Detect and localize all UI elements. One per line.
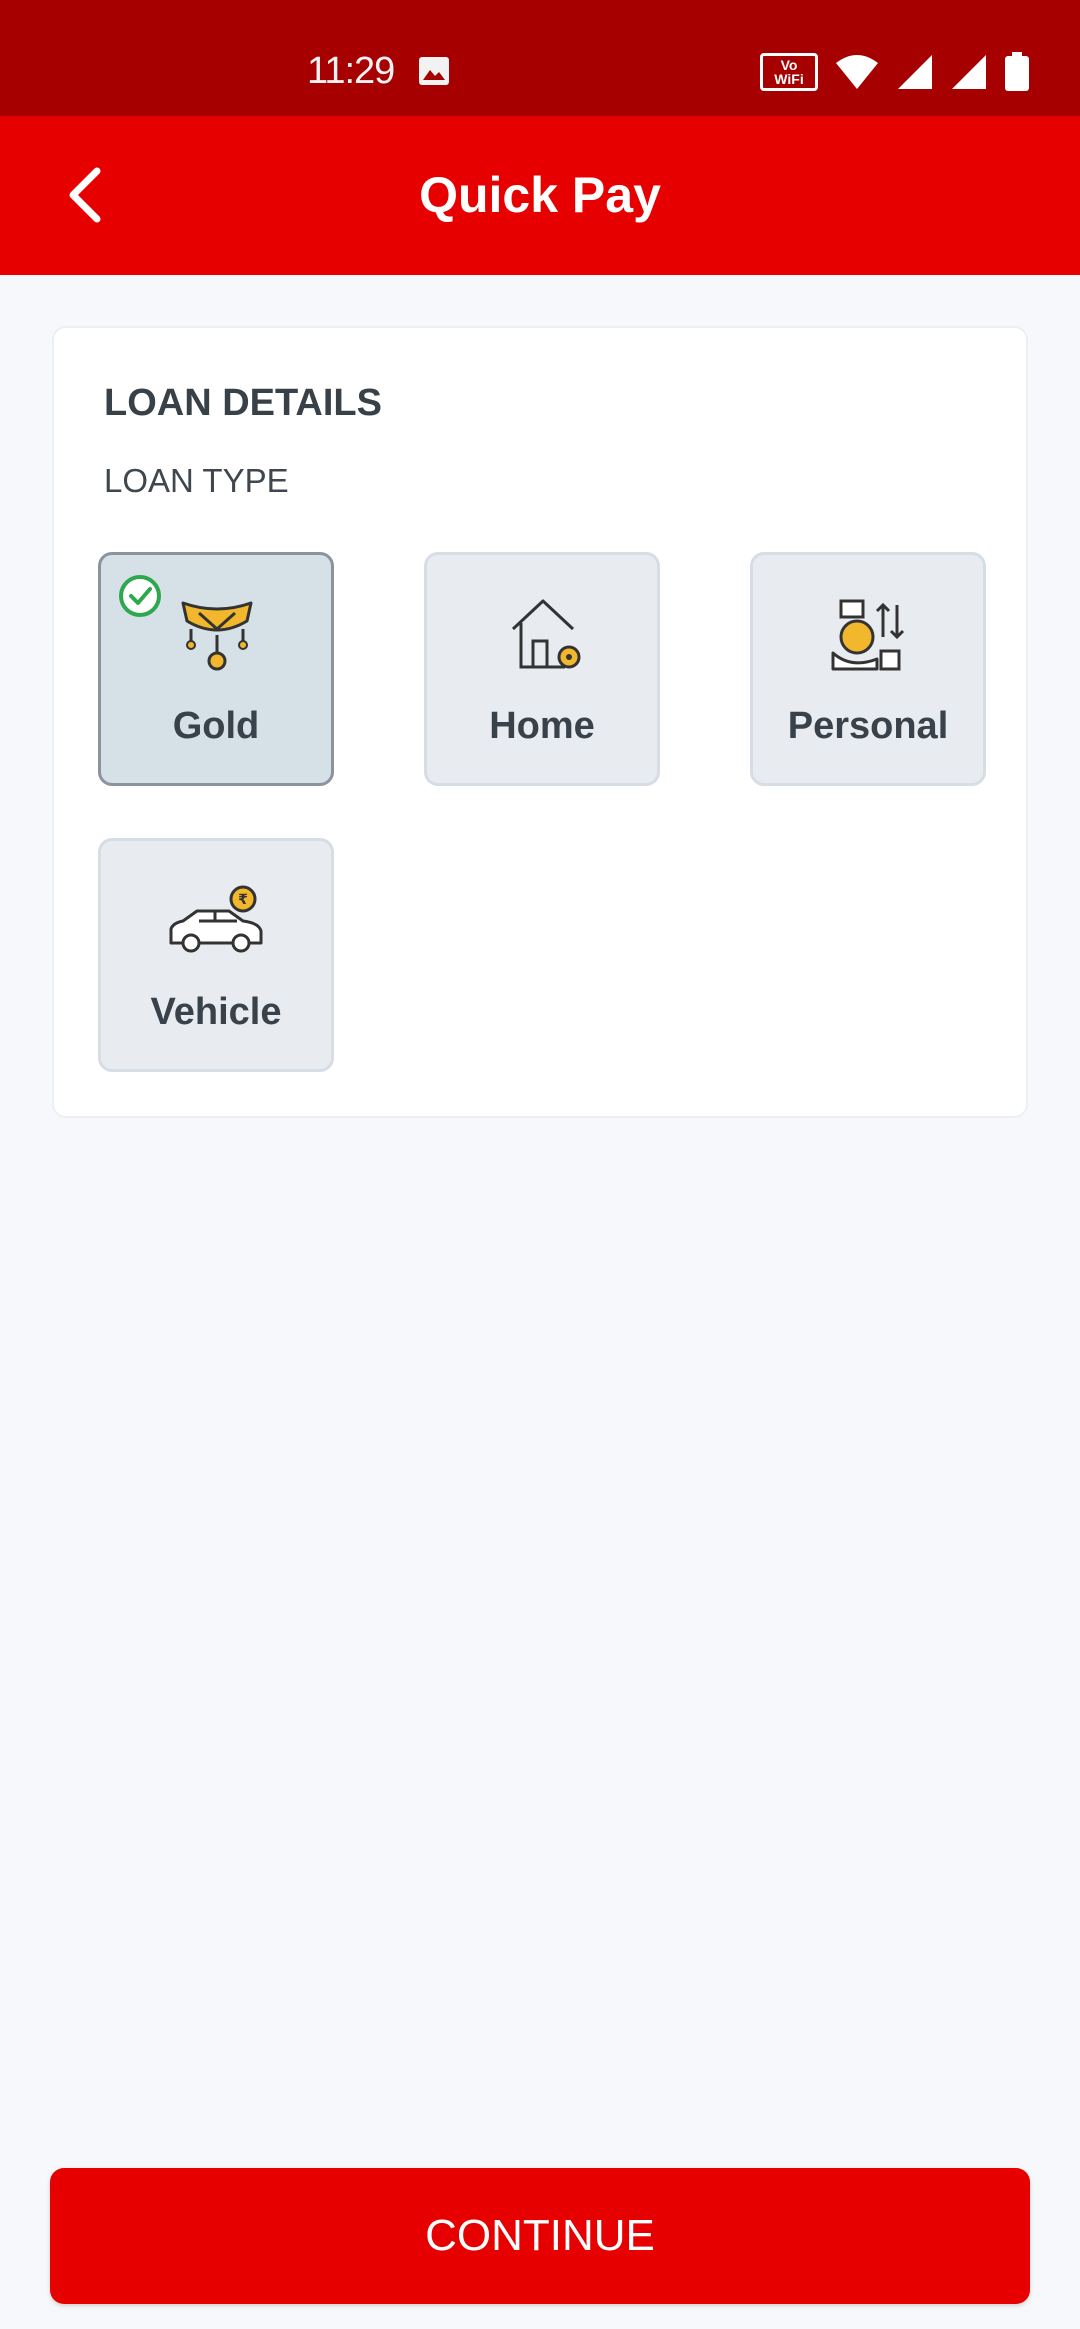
- status-icons: Vo WiFi: [760, 52, 1030, 92]
- vowifi-line1: Vo: [780, 57, 798, 73]
- tile-label: Home: [489, 705, 595, 747]
- loan-type-vehicle[interactable]: ₹ Vehicle: [98, 838, 334, 1072]
- vowifi-icon: Vo WiFi: [760, 53, 818, 91]
- personal-loan-icon: [831, 599, 905, 671]
- tile-label: Gold: [172, 705, 260, 747]
- home-icon: [511, 599, 581, 669]
- signal-icon: [898, 55, 932, 89]
- page-title: Quick Pay: [419, 167, 661, 223]
- continue-button[interactable]: CONTINUE: [50, 2168, 1030, 2304]
- loan-type-personal[interactable]: Personal: [750, 552, 986, 786]
- loan-details-card: LOAN DETAILS LOAN TYPE Gold Home Persona…: [52, 326, 1028, 1118]
- card-title: LOAN DETAILS: [104, 382, 382, 424]
- status-time: 11:29: [307, 50, 395, 92]
- loan-type-home[interactable]: Home: [424, 552, 660, 786]
- signal-icon: [952, 55, 986, 89]
- check-circle-icon: [119, 575, 161, 617]
- car-icon: ₹: [169, 885, 263, 953]
- app-header: Quick Pay: [0, 116, 1080, 275]
- tile-label: Vehicle: [150, 991, 282, 1033]
- battery-icon: [1005, 52, 1029, 91]
- svg-text:₹: ₹: [238, 892, 248, 908]
- vowifi-line2: WiFi: [774, 71, 804, 87]
- gold-necklace-icon: [181, 601, 253, 671]
- tile-label: Personal: [787, 705, 949, 747]
- wifi-icon: [836, 55, 878, 89]
- loan-type-label: LOAN TYPE: [104, 462, 289, 499]
- loan-type-gold[interactable]: Gold: [98, 552, 334, 786]
- photo-icon: [419, 57, 449, 85]
- status-bar: 11:29 Vo WiFi: [0, 0, 1080, 116]
